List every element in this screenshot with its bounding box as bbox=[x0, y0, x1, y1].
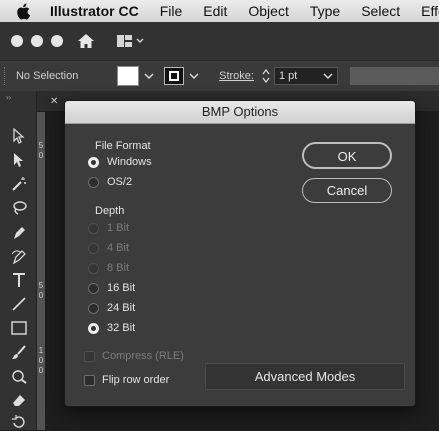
radio-indicator bbox=[88, 322, 99, 334]
app-name-menu[interactable]: Illustrator CC bbox=[50, 3, 139, 19]
radio-label: 8 Bit bbox=[107, 262, 130, 274]
ruler-tick-label: 0 bbox=[38, 291, 44, 300]
radio-indicator bbox=[88, 222, 99, 234]
stroke-weight-field[interactable]: 1 pt bbox=[273, 67, 338, 85]
radio-indicator bbox=[88, 302, 99, 314]
rotate-tool-icon[interactable] bbox=[10, 413, 28, 431]
curvature-tool-icon[interactable] bbox=[10, 247, 28, 265]
tab-close-icon[interactable]: ✕ bbox=[50, 96, 58, 107]
window-minimize-dot[interactable] bbox=[31, 35, 43, 47]
menu-file[interactable]: File bbox=[160, 3, 183, 19]
depth-24bit-radio[interactable]: 24 Bit bbox=[88, 302, 135, 314]
selection-status: No Selection bbox=[15, 70, 79, 82]
pen-tool-icon[interactable] bbox=[10, 223, 28, 241]
panel-collapse-icon[interactable]: ›› bbox=[6, 93, 11, 102]
depth-32bit-radio[interactable]: 32 Bit bbox=[88, 322, 135, 334]
menu-object[interactable]: Object bbox=[248, 3, 288, 19]
stroke-weight-value: 1 pt bbox=[278, 70, 298, 82]
vertical-ruler: 5 0 5 0 1 0 0 bbox=[37, 112, 45, 430]
ok-button[interactable]: OK bbox=[302, 142, 392, 169]
magic-wand-tool-icon[interactable] bbox=[10, 175, 28, 193]
depth-4bit-radio[interactable]: 4 Bit bbox=[88, 242, 129, 254]
radio-label: 24 Bit bbox=[107, 302, 136, 314]
lasso-tool-icon[interactable] bbox=[10, 199, 28, 217]
fill-swatch[interactable] bbox=[117, 66, 140, 86]
app-bar bbox=[0, 22, 439, 60]
line-tool-icon[interactable] bbox=[10, 295, 28, 313]
radio-indicator bbox=[88, 242, 99, 254]
menu-type[interactable]: Type bbox=[310, 3, 340, 19]
format-os2-radio[interactable]: OS/2 bbox=[88, 176, 132, 188]
checkbox-box bbox=[84, 350, 95, 362]
panel-grip[interactable] bbox=[4, 67, 8, 85]
ruler-tick-label: 5 bbox=[38, 281, 44, 290]
tools-panel: ›› bbox=[0, 91, 37, 430]
paintbrush-tool-icon[interactable] bbox=[10, 343, 28, 361]
window-close-dot[interactable] bbox=[11, 35, 23, 47]
compress-rle-checkbox[interactable]: Compress (RLE) bbox=[84, 350, 184, 362]
radio-label: 16 Bit bbox=[107, 282, 136, 294]
depth-8bit-radio[interactable]: 8 Bit bbox=[88, 262, 129, 274]
stroke-dropdown-chevron-icon[interactable] bbox=[189, 72, 199, 80]
rectangle-tool-icon[interactable] bbox=[10, 319, 28, 337]
radio-indicator bbox=[88, 176, 99, 188]
flip-row-order-checkbox[interactable]: Flip row order bbox=[84, 374, 169, 386]
ruler-tick-label: 0 bbox=[38, 356, 44, 365]
type-tool-icon[interactable] bbox=[10, 271, 28, 289]
shaper-tool-icon[interactable] bbox=[10, 367, 28, 385]
ruler-tick-label: 1 bbox=[38, 346, 44, 355]
advanced-modes-button[interactable]: Advanced Modes bbox=[205, 363, 405, 390]
format-windows-radio[interactable]: Windows bbox=[88, 156, 152, 168]
window-zoom-dot[interactable] bbox=[51, 35, 63, 47]
radio-label: OS/2 bbox=[107, 176, 133, 188]
radio-indicator bbox=[88, 262, 99, 274]
menu-select[interactable]: Select bbox=[361, 3, 400, 19]
radio-label: 4 Bit bbox=[107, 242, 130, 254]
stroke-label[interactable]: Stroke: bbox=[219, 70, 254, 82]
dialog-title: BMP Options bbox=[65, 101, 415, 124]
stroke-weight-chevron-icon[interactable] bbox=[323, 72, 333, 80]
checkbox-box bbox=[84, 374, 95, 386]
ruler-tick-label: 0 bbox=[38, 366, 44, 375]
checkbox-label: Compress (RLE) bbox=[102, 350, 184, 362]
checkbox-label: Flip row order bbox=[102, 374, 170, 386]
ruler-tick-label: 0 bbox=[38, 151, 44, 160]
apple-icon[interactable] bbox=[16, 2, 30, 20]
stroke-stepper-icon[interactable] bbox=[262, 68, 270, 84]
direct-selection-tool-icon[interactable] bbox=[10, 151, 28, 169]
menu-edit[interactable]: Edit bbox=[203, 3, 227, 19]
menu-effect[interactable]: Effe bbox=[421, 3, 439, 19]
file-format-label: File Format bbox=[95, 140, 151, 152]
ruler-tick-label: 5 bbox=[38, 141, 44, 150]
bmp-options-dialog: BMP Options File Format Windows OS/2 Dep… bbox=[64, 100, 416, 407]
depth-16bit-radio[interactable]: 16 Bit bbox=[88, 282, 135, 294]
selection-tool-icon[interactable] bbox=[10, 127, 28, 145]
menu-bar: Illustrator CC File Edit Object Type Sel… bbox=[0, 0, 439, 23]
radio-label: Windows bbox=[107, 156, 152, 168]
eraser-tool-icon[interactable] bbox=[10, 391, 28, 409]
cancel-button[interactable]: Cancel bbox=[302, 178, 392, 203]
radio-indicator bbox=[88, 282, 99, 294]
depth-1bit-radio[interactable]: 1 Bit bbox=[88, 222, 129, 234]
variable-width-profile[interactable] bbox=[349, 67, 439, 85]
workspace-layout-icon[interactable] bbox=[117, 34, 145, 48]
stroke-swatch[interactable] bbox=[164, 67, 185, 85]
control-bar: No Selection Stroke: 1 pt bbox=[0, 60, 439, 92]
radio-label: 32 Bit bbox=[107, 322, 136, 334]
fill-dropdown-chevron-icon[interactable] bbox=[144, 72, 154, 80]
radio-indicator bbox=[88, 156, 99, 168]
radio-label: 1 Bit bbox=[107, 222, 130, 234]
depth-label: Depth bbox=[95, 205, 125, 217]
home-icon[interactable] bbox=[77, 33, 95, 49]
